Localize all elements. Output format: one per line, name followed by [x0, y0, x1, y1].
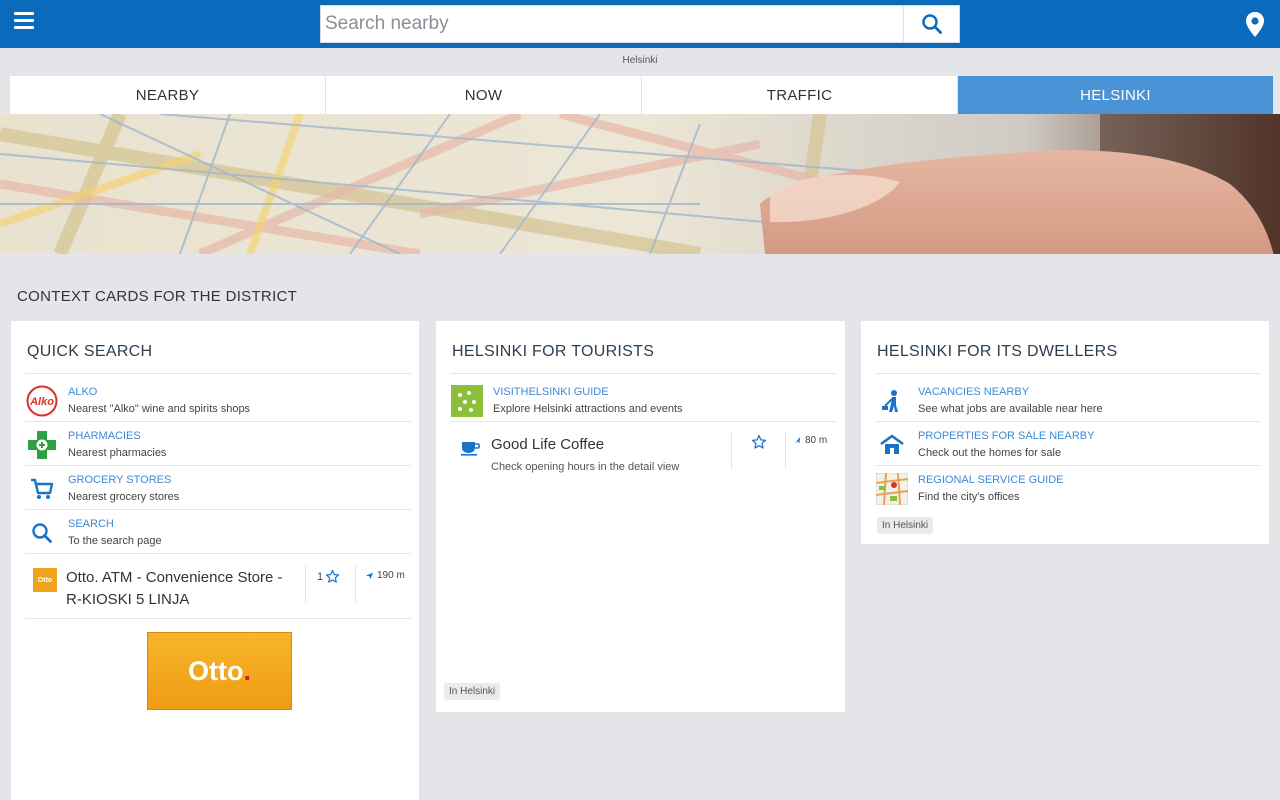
search-box	[320, 5, 960, 43]
list-item-pharmacies[interactable]: PHARMACIES Nearest pharmacies	[25, 422, 411, 466]
divider	[785, 431, 786, 469]
favorite-button[interactable]: 1	[317, 569, 340, 584]
tab-now[interactable]: NOW	[326, 76, 642, 114]
item-title: PROPERTIES FOR SALE NEARBY	[918, 430, 1095, 442]
location-badge: In Helsinki	[444, 683, 501, 700]
item-subtitle: See what jobs are available near here	[918, 403, 1103, 415]
favorite-button[interactable]	[751, 434, 767, 450]
item-title: REGIONAL SERVICE GUIDE	[918, 474, 1064, 486]
distance: 190 m	[365, 570, 405, 581]
divider	[25, 373, 411, 374]
tourists-card: HELSINKI FOR TOURISTS VISITHELSINKI GUID…	[436, 321, 845, 712]
top-bar	[0, 0, 1280, 48]
tab-bar: NEARBY NOW TRAFFIC HELSINKI	[10, 76, 1273, 114]
section-title: CONTEXT CARDS FOR THE DISTRICT	[17, 288, 298, 305]
otto-banner[interactable]: Otto.	[147, 632, 292, 710]
distance: 80 m	[793, 435, 827, 446]
item-title: PHARMACIES	[68, 430, 141, 442]
house-icon	[875, 428, 909, 462]
item-subtitle: Explore Helsinki attractions and events	[493, 403, 683, 415]
card-title: QUICK SEARCH	[27, 343, 153, 360]
item-title: ALKO	[68, 386, 98, 398]
list-item-properties-for-sale[interactable]: PROPERTIES FOR SALE NEARBY Check out the…	[875, 422, 1261, 466]
item-title: SEARCH	[68, 518, 114, 530]
item-subtitle: To the search page	[68, 535, 162, 547]
hero-map-image	[0, 114, 1280, 254]
shopping-cart-icon	[25, 472, 59, 506]
place-row-good-life-coffee[interactable]: Good Life Coffee Check opening hours in …	[450, 426, 837, 476]
place-name: Good Life Coffee	[491, 436, 605, 453]
item-subtitle: Nearest "Alko" wine and spirits shops	[68, 403, 251, 415]
tab-nearby[interactable]: NEARBY	[10, 76, 326, 114]
worker-icon	[875, 384, 909, 418]
divider	[450, 373, 837, 374]
distance-value: 80 m	[805, 435, 828, 446]
pharmacy-icon	[25, 428, 59, 462]
map-guide-icon	[875, 472, 909, 506]
dwellers-card: HELSINKI FOR ITS DWELLERS VACANCIES NEAR…	[861, 321, 1269, 544]
search-icon	[921, 14, 942, 34]
list-item-search[interactable]: SEARCH To the search page	[25, 510, 411, 554]
item-subtitle: Nearest pharmacies	[68, 447, 167, 459]
location-pin-icon[interactable]	[1242, 10, 1268, 40]
direction-arrow-icon	[365, 572, 374, 580]
coffee-cup-icon	[460, 438, 482, 461]
star-icon	[326, 569, 340, 583]
item-subtitle: Find the city's offices	[918, 491, 1020, 503]
list-item-vacancies-nearby[interactable]: VACANCIES NEARBY See what jobs are avail…	[875, 378, 1261, 422]
star-icon	[751, 434, 767, 449]
otto-logo-icon: Otto	[33, 568, 57, 592]
list-item-regional-service-guide[interactable]: REGIONAL SERVICE GUIDE Find the city's o…	[875, 466, 1261, 510]
card-title: HELSINKI FOR TOURISTS	[452, 343, 655, 360]
divider	[355, 565, 356, 603]
tab-traffic[interactable]: TRAFFIC	[642, 76, 958, 114]
list-item-alko[interactable]: Alko ALKO Nearest "Alko" wine and spirit…	[25, 378, 411, 422]
search-button[interactable]	[903, 6, 959, 42]
place-name: Otto. ATM - Convenience Store - R-KIOSKI…	[66, 569, 283, 608]
place-row-otto[interactable]: Otto Otto. ATM - Convenience Store - R-K…	[25, 555, 411, 619]
location-label: Helsinki	[622, 55, 658, 66]
item-title: VISITHELSINKI GUIDE	[493, 386, 609, 398]
divider	[731, 431, 732, 469]
hamburger-menu-icon[interactable]	[14, 12, 34, 34]
direction-arrow-icon	[794, 436, 801, 444]
list-item-grocery-stores[interactable]: GROCERY STORES Nearest grocery stores	[25, 466, 411, 510]
divider	[875, 373, 1261, 374]
favorite-count: 1	[317, 570, 324, 583]
place-subtitle: Check opening hours in the detail view	[491, 461, 680, 473]
quick-search-card: QUICK SEARCH Alko ALKO Nearest "Alko" wi…	[11, 321, 419, 800]
card-title: HELSINKI FOR ITS DWELLERS	[877, 343, 1118, 360]
item-title: VACANCIES NEARBY	[918, 386, 1030, 398]
item-subtitle: Check out the homes for sale	[918, 447, 1062, 459]
item-subtitle: Nearest grocery stores	[68, 491, 180, 503]
tab-helsinki[interactable]: HELSINKI	[958, 76, 1273, 114]
visithelsinki-icon	[450, 384, 484, 418]
alko-logo-icon: Alko	[25, 384, 59, 418]
divider	[305, 565, 306, 603]
banner-logo-dot: .	[243, 655, 251, 686]
svg-text:Alko: Alko	[29, 396, 54, 408]
search-input[interactable]	[321, 6, 905, 42]
distance-value: 190 m	[377, 570, 405, 581]
item-title: GROCERY STORES	[68, 474, 172, 486]
banner-logo-text: Otto	[188, 655, 244, 686]
list-item-visithelsinki-guide[interactable]: VISITHELSINKI GUIDE Explore Helsinki att…	[450, 378, 837, 422]
location-badge: In Helsinki	[877, 517, 934, 534]
search-icon	[25, 516, 59, 550]
